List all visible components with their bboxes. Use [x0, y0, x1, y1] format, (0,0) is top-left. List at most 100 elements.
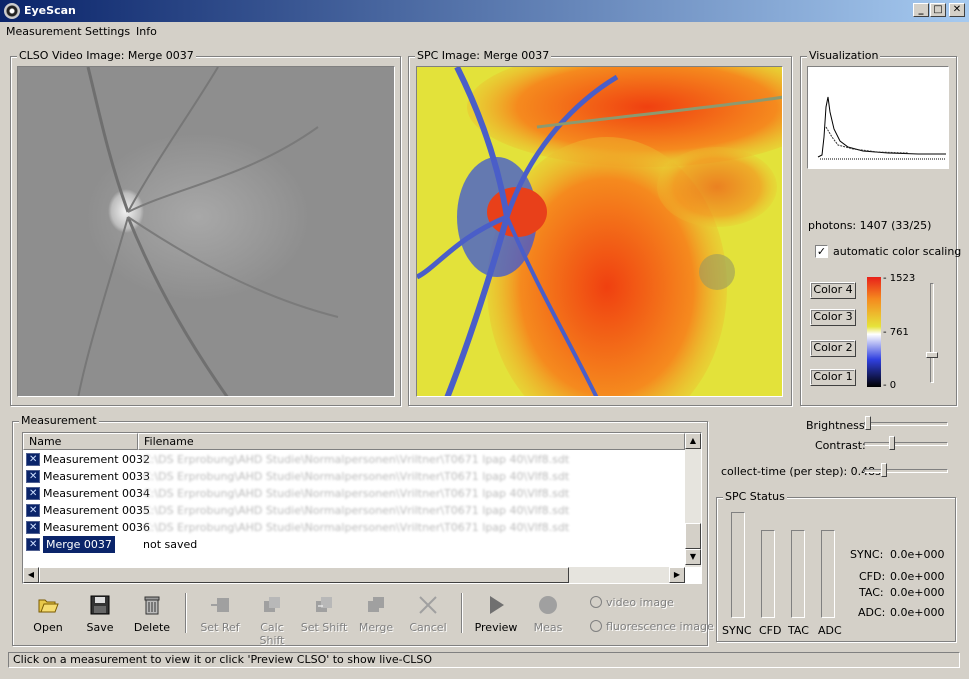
- spc-fluorescence-image[interactable]: [416, 66, 783, 397]
- measurement-panel-title: Measurement: [19, 414, 99, 427]
- calc-shift-button[interactable]: Calc Shift: [247, 594, 297, 647]
- sync-readout-value: 0.0e+000: [890, 548, 945, 561]
- color-3-button[interactable]: Color 3: [810, 309, 856, 326]
- title-bar[interactable]: EyeScan _ □ ✕: [0, 0, 969, 22]
- cfd-readout-label: CFD:: [859, 570, 886, 583]
- color-scale-bar: [867, 277, 881, 387]
- menu-bar: Measurement Settings Info: [0, 22, 969, 41]
- fluorescence-image-label: fluorescence image: [606, 620, 714, 633]
- scale-mid-label: - 761: [883, 327, 909, 338]
- scroll-thumb-vertical[interactable]: [685, 523, 701, 549]
- status-bar: Click on a measurement to view it or cli…: [8, 652, 960, 668]
- brightness-slider-track[interactable]: [864, 422, 948, 426]
- sync-level-bar: [731, 512, 745, 618]
- cfd-readout-value: 0.0e+000: [890, 570, 945, 583]
- measurement-icon: [26, 468, 40, 485]
- clso-video-image[interactable]: [17, 66, 395, 397]
- brightness-label: Brightness:: [806, 419, 869, 432]
- open-button[interactable]: Open: [23, 594, 73, 634]
- list-item[interactable]: Measurement 0036C:\DS Erprobung\AHD Stud…: [26, 519, 686, 536]
- tac-readout-value: 0.0e+000: [890, 586, 945, 599]
- adc-readout-value: 0.0e+000: [890, 606, 945, 619]
- cfd-bar-label: CFD: [759, 624, 782, 637]
- save-button[interactable]: Save: [75, 594, 125, 634]
- list-item[interactable]: Measurement 0035C:\DS Erprobung\AHD Stud…: [26, 502, 686, 519]
- tac-readout-label: TAC:: [859, 586, 884, 599]
- minimize-button[interactable]: _: [913, 3, 929, 17]
- delete-button[interactable]: Delete: [127, 594, 177, 634]
- window-title: EyeScan: [24, 4, 76, 17]
- color-1-button[interactable]: Color 1: [810, 369, 856, 386]
- spc-panel-title: SPC Image: Merge 0037: [415, 49, 552, 62]
- record-icon: [539, 596, 557, 614]
- cancel-button[interactable]: Cancel: [403, 594, 453, 634]
- visualization-panel-title: Visualization: [807, 49, 881, 62]
- spc-status-panel-title: SPC Status: [723, 490, 787, 503]
- adc-bar-label: ADC: [818, 624, 842, 637]
- clso-panel-title: CLSO Video Image: Merge 0037: [17, 49, 196, 62]
- color-2-button[interactable]: Color 2: [810, 340, 856, 357]
- merge-icon: [26, 536, 40, 553]
- measurement-icon: [26, 502, 40, 519]
- cancel-x-icon: [419, 596, 437, 614]
- measurement-list[interactable]: Name Filename Measurement 0032C:\DS Erpr…: [22, 432, 702, 584]
- auto-color-scaling-checkbox[interactable]: ✓: [815, 245, 828, 258]
- scale-min-label: - 0: [883, 380, 897, 391]
- collect-time-label: collect-time (per step): 0.48s: [721, 465, 881, 478]
- menu-info[interactable]: Info: [136, 25, 157, 38]
- color-scale-slider-track[interactable]: [930, 283, 934, 383]
- color-scale-slider-thumb[interactable]: [926, 352, 938, 358]
- set-shift-button[interactable]: Set Shift: [299, 594, 349, 634]
- fluorescence-image-radio[interactable]: [590, 620, 602, 632]
- calc-shift-icon: [264, 597, 280, 612]
- list-item[interactable]: Measurement 0034C:\DS Erprobung\AHD Stud…: [26, 485, 686, 502]
- column-header-name[interactable]: Name: [23, 433, 138, 450]
- contrast-label: Contrast:: [815, 439, 866, 452]
- preview-button[interactable]: Preview: [471, 594, 521, 634]
- video-image-radio[interactable]: [590, 596, 602, 608]
- decay-curve-plot: [807, 66, 949, 169]
- contrast-slider-thumb[interactable]: [889, 436, 895, 450]
- auto-color-scaling-label: automatic color scaling: [833, 245, 962, 258]
- set-ref-button[interactable]: Set Ref: [195, 594, 245, 634]
- list-item-selected[interactable]: Merge 0037not saved: [26, 536, 686, 553]
- meas-button[interactable]: Meas: [523, 594, 573, 634]
- collect-time-slider-thumb[interactable]: [881, 463, 887, 477]
- vertical-scrollbar[interactable]: ▲ ▼: [685, 433, 701, 567]
- toolbar-separator: [461, 593, 463, 633]
- column-header-filename[interactable]: Filename: [138, 433, 685, 450]
- trash-bin-icon: [144, 596, 160, 615]
- set-reference-icon: [211, 598, 229, 612]
- scroll-thumb-horizontal[interactable]: [39, 567, 569, 583]
- collect-time-slider-track[interactable]: [864, 469, 948, 473]
- contrast-slider-track[interactable]: [864, 442, 948, 446]
- measurement-icon: [26, 451, 40, 468]
- horizontal-scrollbar[interactable]: ◀ ▶: [23, 567, 685, 583]
- toolbar-separator: [185, 593, 187, 633]
- adc-level-bar: [821, 530, 835, 618]
- brightness-slider-thumb[interactable]: [865, 416, 871, 430]
- menu-measurement[interactable]: Measurement: [6, 25, 82, 38]
- photons-count: photons: 1407 (33/25): [808, 219, 932, 232]
- cfd-level-bar: [761, 530, 775, 618]
- tac-bar-label: TAC: [788, 624, 809, 637]
- close-button[interactable]: ✕: [949, 3, 965, 17]
- scroll-left-button[interactable]: ◀: [23, 567, 39, 583]
- sync-bar-label: SYNC: [722, 624, 752, 637]
- adc-readout-label: ADC:: [858, 606, 886, 619]
- sync-readout-label: SYNC:: [850, 548, 884, 561]
- list-item[interactable]: Measurement 0032C:\DS Erprobung\AHD Stud…: [26, 451, 686, 468]
- scroll-down-button[interactable]: ▼: [685, 549, 701, 565]
- video-image-label: video image: [606, 596, 674, 609]
- scroll-up-button[interactable]: ▲: [685, 433, 701, 449]
- set-shift-icon: [316, 597, 332, 612]
- play-icon: [490, 596, 504, 614]
- list-item[interactable]: Measurement 0033C:\DS Erprobung\AHD Stud…: [26, 468, 686, 485]
- tac-level-bar: [791, 530, 805, 618]
- scroll-right-button[interactable]: ▶: [669, 567, 685, 583]
- merge-icon: [368, 597, 384, 612]
- menu-settings[interactable]: Settings: [85, 25, 130, 38]
- color-4-button[interactable]: Color 4: [810, 282, 856, 299]
- maximize-button[interactable]: □: [930, 3, 946, 17]
- merge-button[interactable]: Merge: [351, 594, 401, 634]
